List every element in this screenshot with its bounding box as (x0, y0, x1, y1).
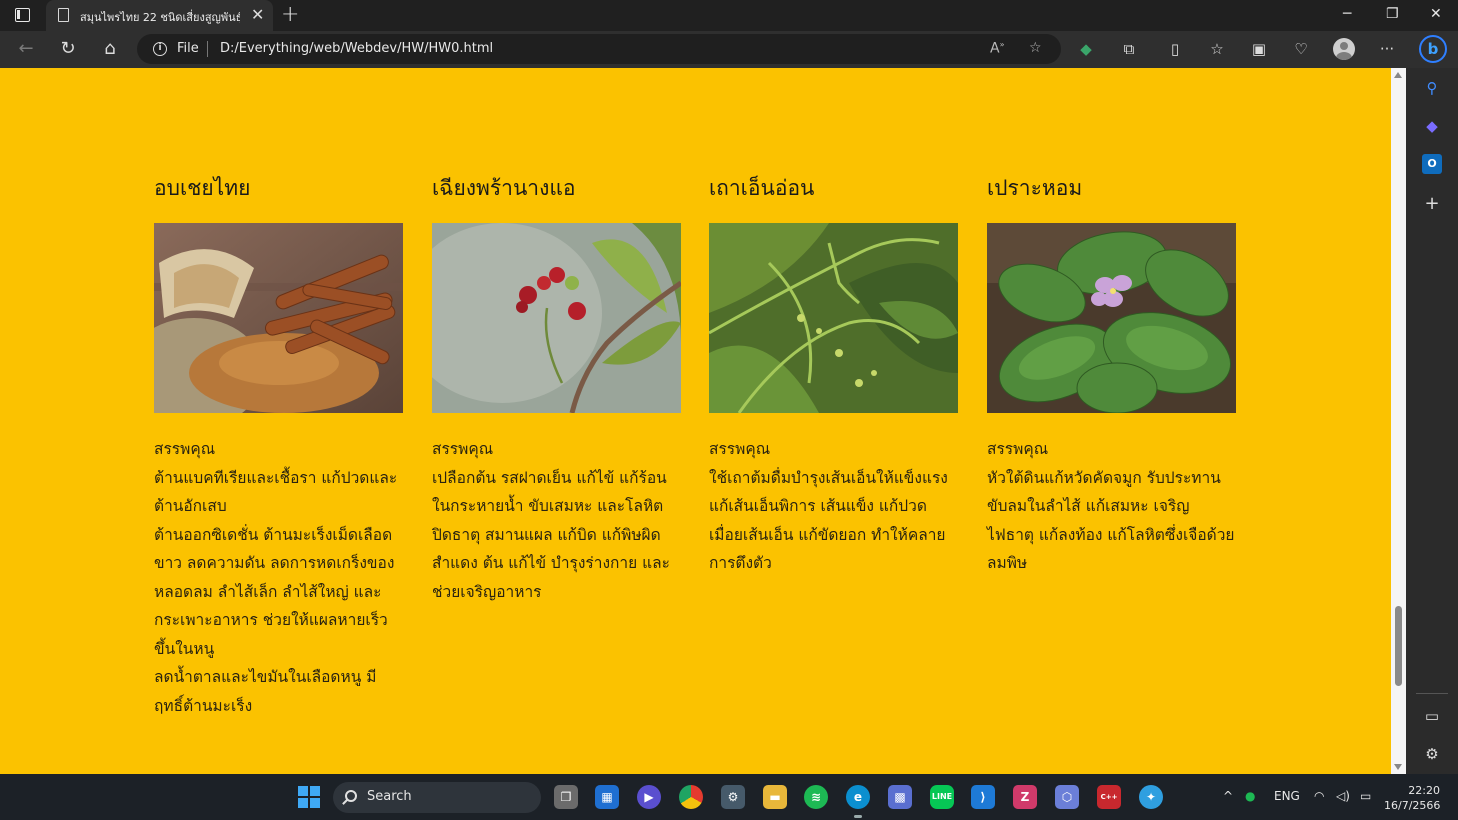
widgets-icon[interactable]: ▦ (595, 785, 619, 809)
tray-spotify-icon[interactable]: ● (1245, 789, 1255, 803)
benefit-line: ต้านออกซิเดชั่น ต้านมะเร็งเม็ดเลือดขาว ล… (154, 525, 395, 658)
herb-image-chiang-phra-nang-ae (432, 223, 681, 413)
start-button[interactable] (298, 786, 320, 808)
address-bar[interactable]: i File D:/Everything/web/Webdev/HW/HW0.h… (137, 34, 1061, 64)
new-tab-button[interactable]: + (281, 2, 299, 27)
scroll-up-icon[interactable] (1394, 72, 1402, 78)
bing-copilot-icon[interactable]: b (1419, 35, 1447, 63)
sidebar-add-icon[interactable]: + (1422, 194, 1442, 214)
benefit-heading: สรรพคุณ (709, 440, 771, 458)
benefit-line: ใช้เถาต้มดื่มบำรุงเส้นเอ็นให้แข็งแรง แก้… (709, 468, 948, 573)
herb-name: เปราะหอม (987, 176, 1083, 200)
sidebar-search-icon[interactable]: ⚲ (1422, 78, 1442, 98)
page-scrollbar[interactable] (1391, 68, 1406, 774)
collections-icon[interactable]: ▣ (1247, 37, 1271, 61)
clock-date: 16/7/2566 (1384, 799, 1441, 812)
scrollbar-thumb[interactable] (1395, 606, 1402, 686)
herb-benefits: สรรพคุณ เปลือกต้น รสฝาดเย็น แก้ไข้ แก้ร้… (432, 435, 681, 606)
settings-app-icon[interactable]: ⚙ (721, 785, 745, 809)
benefit-heading: สรรพคุณ (432, 440, 494, 458)
favorite-star-icon[interactable]: ☆ (1029, 40, 1042, 56)
misc-app-icon[interactable]: ✦ (1139, 785, 1163, 809)
volume-icon[interactable]: ◁) (1336, 789, 1350, 803)
wifi-icon[interactable]: ◠ (1314, 789, 1324, 803)
browser-titlebar: สมุนไพรไทย 22 ชนิดเสี่ยงสูญพันธุ์ ✕ + ─ … (0, 0, 1458, 31)
sidebar-panel-icon[interactable]: ▭ (1422, 706, 1442, 726)
benefit-line: ต้านแบคทีเรียและเชื้อรา แก้ปวดและต้านอัก… (154, 468, 398, 516)
favorites-icon[interactable]: ☆ (1205, 37, 1229, 61)
sidebar-settings-icon[interactable]: ⚙ (1422, 744, 1442, 764)
benefit-heading: สรรพคุณ (987, 440, 1049, 458)
line-app-icon[interactable]: LINE (930, 785, 954, 809)
clock-time: 22:20 (1408, 784, 1440, 797)
page-content: อบเชยไทย สรรพคุณ ต้านแบคทีเรียและเชื้อรา… (0, 68, 1391, 774)
document-icon (58, 8, 69, 22)
file-scheme-label: File (177, 41, 199, 56)
tray-chevron-icon[interactable]: ^ (1223, 789, 1233, 803)
edge-sidebar: ⚲ ◆ O + ▭ ⚙ (1406, 68, 1458, 774)
herb-benefits: สรรพคุณ หัวใต้ดินแก้หวัดคัดจมูก รับประทา… (987, 435, 1236, 578)
herb-image-thao-en-on (709, 223, 958, 413)
herb-name: เฉียงพร้านางแอ (432, 176, 576, 200)
read-aloud-icon[interactable]: A» (990, 40, 1004, 57)
spotify-icon[interactable]: ≋ (804, 785, 828, 809)
browser-toolbar: ← ↻ ⌂ i File D:/Everything/web/Webdev/HW… (0, 31, 1458, 68)
sidebar-outlook-icon[interactable]: O (1422, 154, 1442, 174)
tab-title: สมุนไพรไทย 22 ชนิดเสี่ยงสูญพันธุ์ (80, 11, 240, 24)
split-screen-icon[interactable]: ▯ (1163, 37, 1187, 61)
benefit-line: ลดน้ำตาลและไขมันในเลือดหนู มีฤทธิ์ต้านมะ… (154, 668, 377, 715)
info-icon[interactable]: i (153, 42, 167, 56)
gitkraken-icon[interactable]: Z (1013, 785, 1037, 809)
url-text[interactable]: D:/Everything/web/Webdev/HW/HW0.html (220, 41, 493, 56)
search-icon (345, 790, 357, 802)
herb-image-cinnamon (154, 223, 403, 413)
herb-benefits: สรรพคุณ ใช้เถาต้มดื่มบำรุงเส้นเอ็นให้แข็… (709, 435, 958, 578)
browser-essentials-icon[interactable]: ♡ (1289, 37, 1313, 61)
copilot-extension-icon[interactable]: ◆ (1074, 37, 1098, 61)
windows-taskbar: Search ❐ ▦ ▶ ⚙ ▬ ≋ e ▩ LINE ⟩ Z ⬡ C++ ✦ … (0, 774, 1458, 820)
back-icon[interactable]: ← (14, 37, 38, 61)
edge-icon[interactable]: e (846, 785, 870, 809)
close-window-icon[interactable]: ✕ (1430, 6, 1442, 22)
herb-name: เถาเอ็นอ่อน (709, 176, 815, 200)
close-tab-icon[interactable]: ✕ (251, 5, 264, 24)
restore-icon[interactable]: ❐ (1386, 6, 1399, 22)
teams-chat-icon[interactable]: ▶ (637, 785, 661, 809)
active-app-indicator (854, 815, 862, 818)
system-clock[interactable]: 22:20 16/7/2566 (1384, 783, 1440, 813)
home-icon[interactable]: ⌂ (98, 37, 122, 61)
sidebar-copilot-icon[interactable]: ◆ (1422, 116, 1442, 136)
extensions-icon[interactable]: ⧉ (1117, 37, 1141, 61)
virtualbox-icon[interactable]: ⬡ (1055, 785, 1079, 809)
battery-icon[interactable]: ▭ (1360, 789, 1371, 803)
scroll-down-icon[interactable] (1394, 764, 1402, 770)
taskbar-search[interactable]: Search (333, 782, 541, 813)
file-explorer-icon[interactable]: ▬ (763, 785, 787, 809)
sidebar-divider (1416, 693, 1448, 694)
herb-name: อบเชยไทย (154, 176, 251, 200)
benefit-heading: สรรพคุณ (154, 440, 216, 458)
language-indicator[interactable]: ENG (1274, 789, 1300, 803)
profile-avatar[interactable] (1333, 38, 1355, 60)
herb-image-proh-hom (987, 223, 1236, 413)
refresh-icon[interactable]: ↻ (56, 37, 80, 61)
address-separator (207, 41, 208, 57)
devcpp-icon[interactable]: C++ (1097, 785, 1121, 809)
paint-app-icon[interactable]: ▩ (888, 785, 912, 809)
task-view-icon[interactable]: ❐ (554, 785, 578, 809)
vscode-icon[interactable]: ⟩ (971, 785, 995, 809)
benefit-line: หัวใต้ดินแก้หวัดคัดจมูก รับประทานขับลมใน… (987, 468, 1235, 573)
benefit-line: เปลือกต้น รสฝาดเย็น แก้ไข้ แก้ร้อนในกระห… (432, 468, 670, 601)
herb-benefits: สรรพคุณ ต้านแบคทีเรียและเชื้อรา แก้ปวดแล… (154, 435, 403, 720)
tab-actions-icon[interactable] (15, 8, 30, 22)
browser-tab[interactable]: สมุนไพรไทย 22 ชนิดเสี่ยงสูญพันธุ์ ✕ (46, 0, 273, 31)
more-menu-icon[interactable]: ··· (1375, 37, 1399, 61)
minimize-icon[interactable]: ─ (1343, 6, 1351, 22)
search-label: Search (367, 789, 412, 804)
chrome-icon[interactable] (679, 785, 703, 809)
